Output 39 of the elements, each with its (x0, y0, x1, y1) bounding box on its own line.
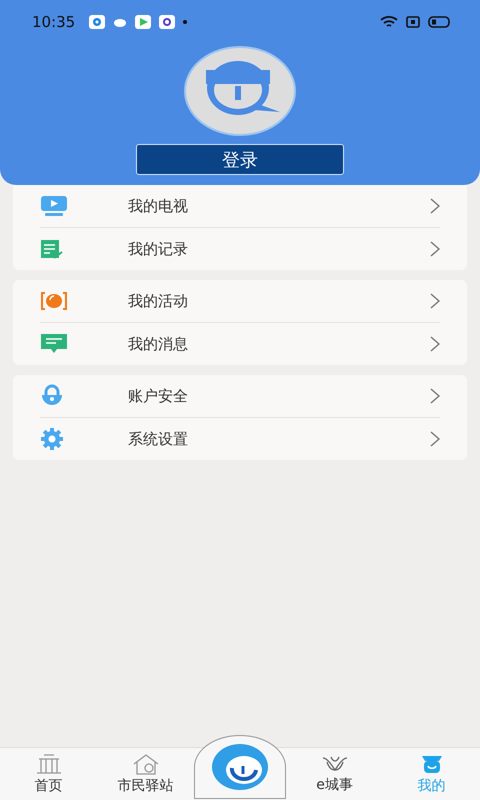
notification-icon (89, 15, 106, 29)
tab-label: 首页 (34, 777, 62, 795)
tab-item[interactable]: e城事 (286, 754, 383, 794)
notification-icon (159, 15, 176, 29)
chevron-icon (430, 388, 440, 404)
chevron-icon (430, 431, 440, 447)
wifi-icon (380, 15, 398, 29)
tab-item[interactable]: 首页 (0, 753, 97, 795)
menu-item[interactable]: 我的电视 (40, 185, 440, 227)
chevron-icon (430, 293, 440, 309)
tab-label: 我的 (418, 777, 446, 795)
tab-label: e城事 (316, 776, 353, 794)
tv-icon (40, 195, 68, 217)
menu-item[interactable]: 账户安全 (40, 375, 440, 417)
chevron-icon (430, 198, 440, 214)
status-time: 10:35 (32, 13, 76, 31)
menu-item[interactable]: 我的消息 (40, 322, 440, 365)
center-button[interactable] (194, 735, 286, 799)
menu-item[interactable]: 系统设置 (40, 417, 440, 460)
note-icon (40, 239, 64, 259)
login-button[interactable]: 登录 (136, 144, 344, 175)
tab-label: 市民驿站 (118, 777, 174, 795)
lock-icon (40, 384, 64, 408)
tab-item[interactable]: 市民驿站 (97, 753, 194, 795)
dot-icon (183, 20, 188, 24)
menu-item[interactable]: 我的活动 (40, 280, 440, 322)
chevron-icon (430, 336, 440, 352)
building-icon (36, 753, 62, 775)
sim-icon (406, 16, 420, 28)
camera-icon (40, 291, 68, 311)
message-icon (40, 333, 68, 355)
chevron-icon (430, 241, 440, 257)
play-icon (135, 15, 152, 29)
gear-icon (40, 427, 64, 451)
house-icon (132, 753, 160, 775)
menu-item[interactable]: 我的记录 (40, 227, 440, 270)
cloud-icon (113, 17, 128, 27)
lotus-icon (320, 754, 348, 774)
battery-icon (428, 16, 450, 28)
